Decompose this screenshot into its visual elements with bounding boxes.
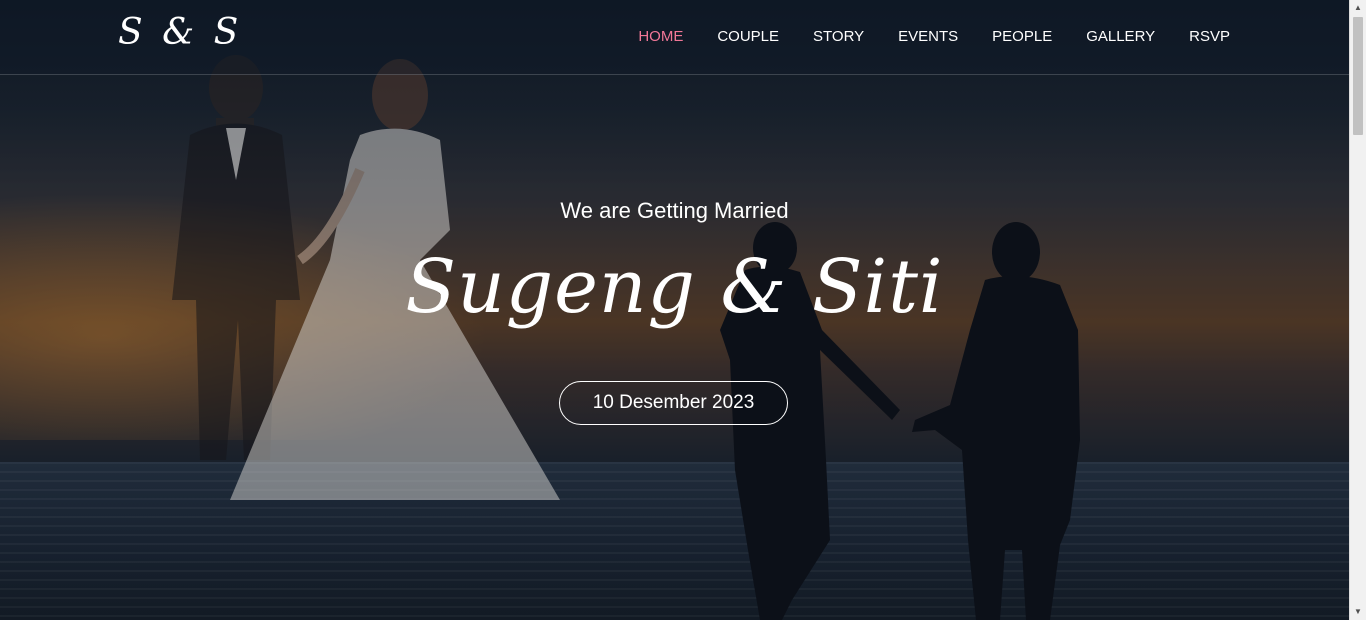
nav-events[interactable]: EVENTS [898,0,958,74]
nav-gallery[interactable]: GALLERY [1086,0,1155,74]
arrow-down-icon[interactable]: ▼ [1350,604,1366,620]
hero-content: We are Getting Married Sugeng & Siti 10 … [0,0,1349,620]
wedding-date-button[interactable]: 10 Desember 2023 [559,381,788,425]
hero-subtitle: We are Getting Married [560,198,789,223]
nav-rsvp[interactable]: RSVP [1189,0,1230,74]
site-logo[interactable]: S & S [118,12,242,53]
nav-couple[interactable]: COUPLE [717,0,779,74]
arrow-up-icon[interactable]: ▲ [1350,0,1366,16]
top-navbar: S & S HOME COUPLE STORY EVENTS PEOPLE GA… [0,0,1349,75]
nav-people[interactable]: PEOPLE [992,0,1052,74]
couple-names: Sugeng & Siti [405,244,944,330]
main-menu: HOME COUPLE STORY EVENTS PEOPLE GALLERY … [638,0,1349,74]
nav-home[interactable]: HOME [638,0,683,74]
scrollbar-thumb[interactable] [1353,17,1363,135]
nav-story[interactable]: STORY [813,0,864,74]
vertical-scrollbar[interactable]: ▲ ▼ [1349,0,1366,620]
